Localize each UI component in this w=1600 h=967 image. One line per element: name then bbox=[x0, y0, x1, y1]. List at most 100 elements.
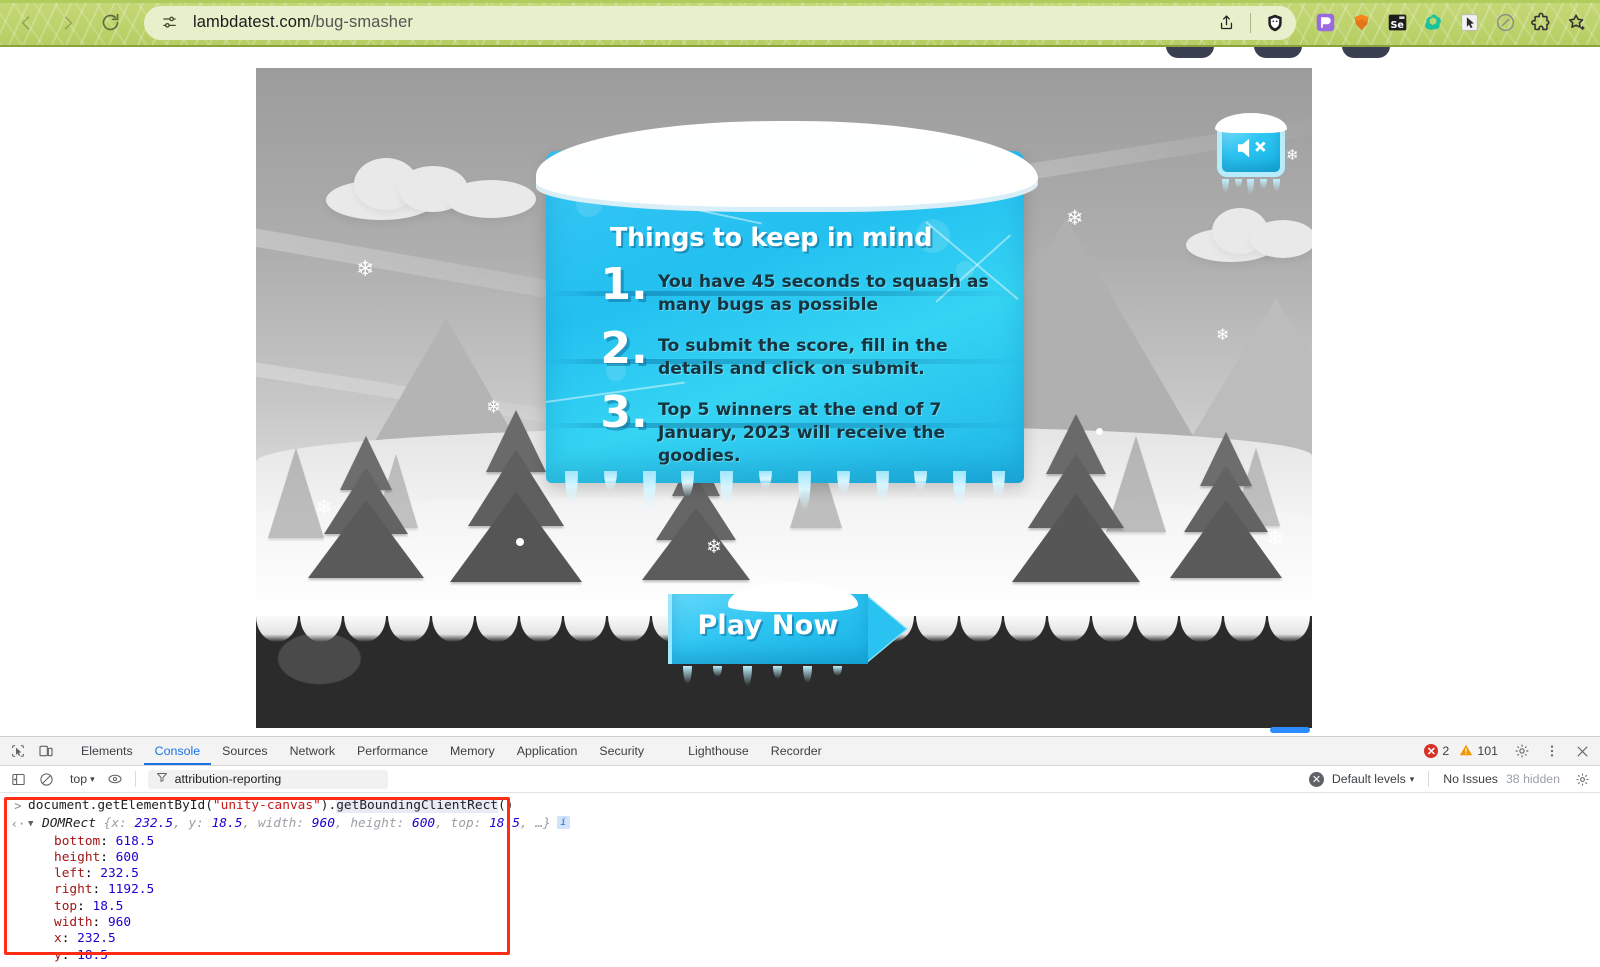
close-icon[interactable] bbox=[1568, 737, 1596, 765]
omnibox-actions bbox=[1211, 8, 1290, 38]
object-property-row[interactable]: width: 960 bbox=[0, 915, 1600, 931]
share-icon[interactable] bbox=[1211, 8, 1241, 38]
live-expression-icon[interactable] bbox=[101, 765, 129, 793]
preview-key: x bbox=[111, 816, 120, 832]
snowflake: ❄ bbox=[1136, 587, 1152, 608]
expr-string: "unity-canvas" bbox=[212, 798, 321, 813]
error-count[interactable]: ✕ 2 bbox=[1424, 744, 1449, 758]
mute-button-icicles bbox=[1219, 179, 1283, 197]
object-property-row[interactable]: y: 18.5 bbox=[0, 948, 1600, 964]
console-filter-input[interactable]: attribution-reporting bbox=[147, 769, 388, 789]
object-property-row[interactable]: top: 18.5 bbox=[0, 899, 1600, 915]
back-button[interactable] bbox=[6, 3, 46, 43]
object-property-row[interactable]: x: 232.5 bbox=[0, 931, 1600, 947]
warning-count[interactable]: 101 bbox=[1459, 743, 1498, 760]
omnibox-divider bbox=[1250, 12, 1251, 33]
url-text[interactable]: lambdatest.com/bug-smasher bbox=[193, 13, 1211, 32]
devtools-panel: Elements Console Sources Network Perform… bbox=[0, 736, 1600, 966]
log-levels-selector[interactable]: Default levels ▾ bbox=[1332, 772, 1414, 786]
tab-sources[interactable]: Sources bbox=[211, 737, 278, 765]
play-now-label: Play Now bbox=[697, 610, 839, 641]
console-input-expression: document.getElementById("unity-canvas").… bbox=[28, 798, 513, 814]
cursor-pointer-extension-icon[interactable] bbox=[1456, 10, 1482, 36]
forward-button[interactable] bbox=[48, 3, 88, 43]
tab-memory[interactable]: Memory bbox=[439, 737, 506, 765]
error-count-value: 2 bbox=[1442, 744, 1450, 758]
object-property-row[interactable]: height: 600 bbox=[0, 850, 1600, 866]
instructions-list: 1. You have 45 seconds to squash as many… bbox=[598, 263, 1018, 466]
tab-recorder[interactable]: Recorder bbox=[760, 737, 833, 765]
context-selector-value: top bbox=[70, 772, 88, 786]
brave-shield-icon[interactable] bbox=[1260, 8, 1290, 38]
warning-count-value: 101 bbox=[1477, 744, 1498, 758]
chevron-down-icon: ▾ bbox=[90, 773, 95, 784]
chevron-down-icon: ▾ bbox=[1409, 773, 1415, 784]
object-property-row[interactable]: right: 1192.5 bbox=[0, 882, 1600, 898]
mute-button[interactable] bbox=[1213, 113, 1289, 195]
tab-performance[interactable]: Performance bbox=[346, 737, 439, 765]
gear-icon[interactable] bbox=[1508, 737, 1536, 765]
property-value: 232.5 bbox=[77, 931, 116, 947]
openai-extension-icon[interactable] bbox=[1420, 10, 1446, 36]
issues-status[interactable]: No Issues bbox=[1443, 772, 1498, 786]
panel-icicles bbox=[552, 471, 1018, 517]
expand-triangle-icon[interactable]: ▼ bbox=[28, 816, 38, 832]
kebab-menu-icon[interactable] bbox=[1538, 737, 1566, 765]
property-value: 18.5 bbox=[77, 947, 108, 963]
preview-key: top bbox=[450, 816, 474, 832]
tab-console[interactable]: Console bbox=[144, 737, 211, 765]
slash-circle-extension-icon[interactable] bbox=[1492, 10, 1518, 36]
console-output-row[interactable]: ‹· ▼ DOMRect {x: 232.5, y: 18.5, width: … bbox=[0, 815, 1600, 833]
inspect-element-icon[interactable] bbox=[4, 737, 32, 765]
mute-button-snow bbox=[1215, 113, 1287, 133]
context-selector[interactable]: top ▾ bbox=[64, 772, 101, 786]
preview-key: width bbox=[257, 816, 297, 832]
object-property-row[interactable]: left: 232.5 bbox=[0, 866, 1600, 882]
url-host: lambdatest.com bbox=[193, 13, 311, 31]
console-filter-bar: top ▾ attribution-reporting ✕ Default le… bbox=[0, 766, 1600, 793]
console-input-row[interactable]: > document.getElementById("unity-canvas"… bbox=[0, 793, 1600, 815]
game-canvas[interactable]: ❄ ❄ ❄ ❄ ❄ ❄ ❄ ❄ ❄ ❄ ❄ ❄ ❄ ❄ bbox=[256, 68, 1312, 728]
tune-icon[interactable] bbox=[158, 12, 180, 34]
tab-lighthouse[interactable]: Lighthouse bbox=[677, 737, 760, 765]
info-icon[interactable]: i bbox=[556, 816, 570, 830]
clear-console-icon[interactable] bbox=[32, 765, 60, 793]
preview-ellipsis: …} bbox=[535, 816, 551, 832]
tab-elements[interactable]: Elements bbox=[70, 737, 144, 765]
tab-security[interactable]: Security bbox=[588, 737, 655, 765]
instruction-text: Top 5 winners at the end of 7 January, 2… bbox=[658, 400, 946, 466]
url-path: /bug-smasher bbox=[310, 13, 413, 31]
console-settings-icon[interactable] bbox=[1568, 765, 1596, 793]
console-filter-bar-right: ✕ Default levels ▾ No Issues 38 hidden bbox=[1308, 765, 1596, 793]
play-now-button[interactable]: Play Now bbox=[668, 582, 906, 686]
reload-button[interactable] bbox=[90, 3, 130, 43]
console-sidebar-icon[interactable] bbox=[4, 765, 32, 793]
clear-filter-icon[interactable]: ✕ bbox=[1308, 771, 1324, 787]
property-value: 600 bbox=[115, 849, 139, 865]
device-toolbar-icon[interactable] bbox=[32, 737, 60, 765]
expr-part: () bbox=[498, 798, 514, 813]
instruction-item: 2. To submit the score, fill in the deta… bbox=[598, 327, 1018, 391]
tab-network[interactable]: Network bbox=[279, 737, 346, 765]
snowflake: ❄ bbox=[1216, 327, 1230, 344]
console-messages[interactable]: > document.getElementById("unity-canvas"… bbox=[0, 793, 1600, 967]
preview-value: 18.5 bbox=[211, 816, 243, 832]
puzzle-extensions-icon[interactable] bbox=[1528, 10, 1554, 36]
page-header-peek-item bbox=[1342, 47, 1390, 58]
wallet-extension-icon[interactable] bbox=[1312, 10, 1338, 36]
bookmark-star-icon[interactable] bbox=[1564, 10, 1590, 36]
address-bar[interactable]: lambdatest.com/bug-smasher bbox=[144, 5, 1296, 40]
preview-value: 960 bbox=[311, 816, 335, 832]
preview-key: y bbox=[188, 816, 197, 832]
hidden-messages-count[interactable]: 38 hidden bbox=[1506, 772, 1560, 786]
metamask-extension-icon[interactable] bbox=[1348, 10, 1374, 36]
property-value: 618.5 bbox=[115, 833, 155, 849]
selenium-extension-icon[interactable]: Se bbox=[1384, 10, 1410, 36]
property-key: height bbox=[54, 849, 101, 865]
browser-toolbar: lambdatest.com/bug-smasher Se bbox=[0, 0, 1600, 47]
page-horizontal-scrollbar[interactable] bbox=[1270, 727, 1310, 733]
property-key: right bbox=[54, 882, 93, 898]
extensions-zone: Se bbox=[1312, 10, 1600, 36]
object-property-row[interactable]: bottom: 618.5 bbox=[0, 834, 1600, 850]
tab-application[interactable]: Application bbox=[506, 737, 589, 765]
